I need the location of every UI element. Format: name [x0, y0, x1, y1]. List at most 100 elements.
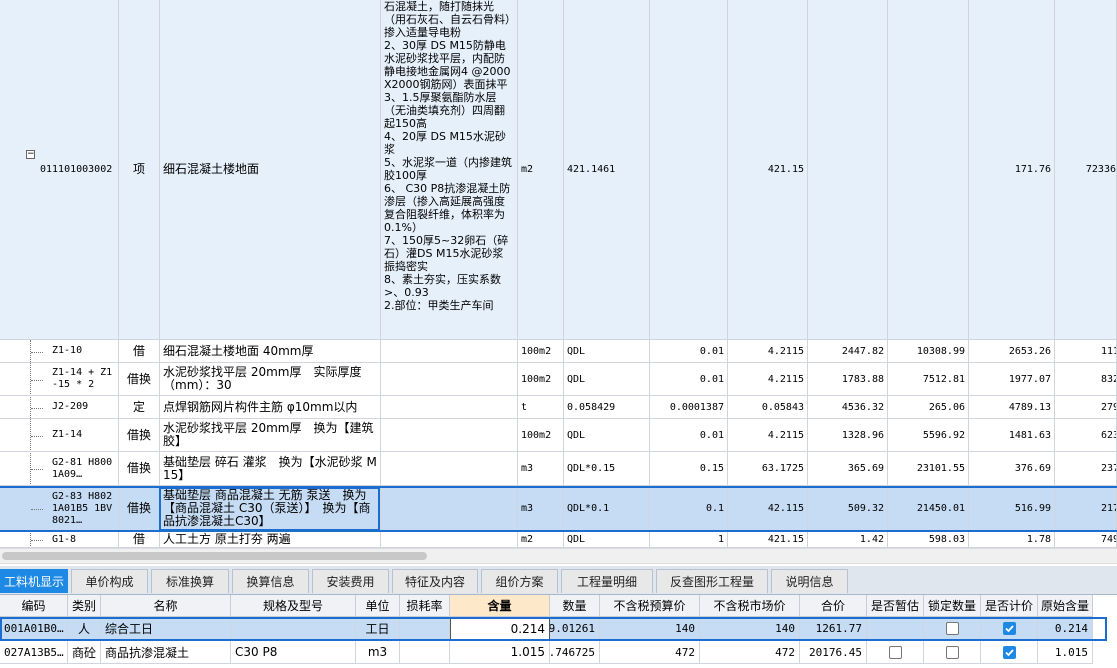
- feature-line: 7、150厚5~32卵石（碎石）灌DS M15水泥砂浆振捣密实: [384, 234, 509, 273]
- res-cell-content[interactable]: 0.214: [450, 617, 550, 640]
- checkbox[interactable]: [1002, 645, 1016, 659]
- res-cell-priced: [981, 617, 1038, 640]
- tab-features[interactable]: 特征及内容: [392, 569, 478, 593]
- row-code[interactable]: G2-81 H8001A09…: [0, 452, 119, 486]
- row-unit: 100m2: [518, 419, 564, 452]
- row-content: 0.0001387: [650, 396, 728, 419]
- row-code[interactable]: G2-83 H8021A01B5 1BV 8021…: [0, 486, 119, 532]
- checkbox[interactable]: [1002, 621, 1016, 635]
- row-name[interactable]: 点焊钢筋网片构件主筋 φ10mm以内: [160, 396, 381, 419]
- col-header-name[interactable]: 名称: [101, 595, 231, 617]
- row-qty[interactable]: 63.1725: [728, 452, 808, 486]
- main-row-total: [888, 0, 969, 340]
- row-code[interactable]: G1-8: [0, 532, 119, 548]
- row-expr[interactable]: QDL*0.15: [564, 452, 650, 486]
- col-header-market-price[interactable]: 不含税市场价: [700, 595, 800, 617]
- col-header-unit[interactable]: 单位: [356, 595, 400, 617]
- col-header-total[interactable]: 合价: [800, 595, 867, 617]
- row-qty[interactable]: 0.05843: [728, 396, 808, 419]
- col-header-provisional[interactable]: 是否暂估: [867, 595, 924, 617]
- col-header-quantity[interactable]: 数量: [550, 595, 600, 617]
- row-price: 365.69: [808, 452, 888, 486]
- row-category: 借换: [119, 419, 160, 452]
- detail-tab-bar: 工料机显示 单价构成 标准换算 换算信息 安装费用 特征及内容 组价方案 工程量…: [0, 566, 1117, 595]
- row-total: 21450.01: [888, 486, 969, 532]
- tab-reverse-lookup[interactable]: 反查图形工程量: [656, 569, 768, 593]
- row-price2: 376.69: [969, 452, 1055, 486]
- col-header-original-content[interactable]: 原始含量: [1038, 595, 1093, 617]
- res-cell-lock-qty: [924, 641, 981, 664]
- tab-install-fee[interactable]: 安装费用: [312, 569, 389, 593]
- main-row-name[interactable]: 细石混凝土楼地面: [160, 0, 381, 340]
- row-name[interactable]: 基础垫层 商品混凝土 无筋 泵送 换为【商品混凝土 C30（泵送）】 换为【商品…: [160, 486, 381, 532]
- collapse-icon[interactable]: −: [26, 150, 35, 159]
- checkbox[interactable]: [945, 621, 959, 635]
- res-cell-original-content: 0.214: [1038, 617, 1093, 640]
- tree-branch: [31, 407, 43, 409]
- tab-conversion-info[interactable]: 换算信息: [232, 569, 309, 593]
- tab-notes[interactable]: 说明信息: [771, 569, 848, 593]
- row-total2: 749: [1055, 532, 1117, 548]
- col-header-content[interactable]: 含量: [450, 595, 550, 617]
- row-total2: 6239: [1055, 419, 1117, 452]
- row-features: [381, 396, 518, 419]
- main-row-code: 011101003002: [40, 164, 113, 175]
- row-total: 5596.92: [888, 419, 969, 452]
- scrollbar-thumb[interactable]: [2, 552, 427, 560]
- row-name[interactable]: 人工土方 原土打夯 两遍: [160, 532, 381, 548]
- feature-line: 2、30厚 DS M15防静电水泥砂浆找平层，内配防静电接地金属网4 @2000…: [384, 39, 511, 91]
- main-row-unit: m2: [518, 0, 564, 340]
- tab-quantity-detail[interactable]: 工程量明细: [561, 569, 653, 593]
- col-header-code[interactable]: 编码: [0, 595, 68, 617]
- row-name[interactable]: 基础垫层 碎石 灌浆 换为【水泥砂浆 M15】: [160, 452, 381, 486]
- col-header-spec[interactable]: 规格及型号: [231, 595, 356, 617]
- row-code[interactable]: Z1-10: [0, 340, 119, 363]
- main-row-features[interactable]: 石混凝土，随打随抹光（用石灰石、自云石骨料）掺入适量导电粉 2、30厚 DS M…: [381, 0, 518, 340]
- row-expr[interactable]: QDL*0.1: [564, 486, 650, 532]
- horizontal-scrollbar[interactable]: [0, 548, 1117, 564]
- row-qty[interactable]: 421.15: [728, 532, 808, 548]
- row-qty[interactable]: 42.115: [728, 486, 808, 532]
- col-header-lock-qty[interactable]: 锁定数量: [924, 595, 981, 617]
- row-price: 2447.82: [808, 340, 888, 363]
- row-code[interactable]: Z1-14: [0, 419, 119, 452]
- col-header-priced[interactable]: 是否计价: [981, 595, 1038, 617]
- res-cell-content[interactable]: 1.015: [450, 641, 550, 664]
- row-total: 7512.81: [888, 363, 969, 396]
- tab-pricing-plan[interactable]: 组价方案: [481, 569, 558, 593]
- tab-standard-conversion[interactable]: 标准换算: [151, 569, 229, 593]
- row-qty[interactable]: 4.2115: [728, 340, 808, 363]
- main-row-total2: 72336: [1055, 0, 1117, 340]
- row-name[interactable]: 水泥砂浆找平层 20mm厚 实际厚度（mm）：30: [160, 363, 381, 396]
- tab-resources[interactable]: 工料机显示: [0, 569, 68, 593]
- row-code[interactable]: J2-209: [0, 396, 119, 419]
- resource-grid: 编码 类别 名称 规格及型号 单位 损耗率 含量 数量 不含税预算价 不含税市场价 合价 是否暂估 锁定…: [0, 595, 1117, 668]
- res-cell-market-price: 472: [700, 641, 800, 664]
- row-expr[interactable]: QDL: [564, 532, 650, 548]
- checkbox[interactable]: [888, 645, 902, 659]
- checkbox[interactable]: [945, 645, 959, 659]
- row-expr[interactable]: QDL: [564, 340, 650, 363]
- row-price: 509.32: [808, 486, 888, 532]
- row-name[interactable]: 细石混凝土楼地面 40mm厚: [160, 340, 381, 363]
- row-features: [381, 419, 518, 452]
- row-expr[interactable]: QDL: [564, 419, 650, 452]
- row-qty[interactable]: 4.2115: [728, 363, 808, 396]
- res-cell-loss-rate: [400, 617, 450, 640]
- res-cell-quantity[interactable]: 9.01261: [550, 617, 600, 640]
- main-row-expr[interactable]: 421.1461: [564, 0, 650, 340]
- main-row-code-cell[interactable]: − 011101003002: [0, 0, 119, 340]
- row-name[interactable]: 水泥砂浆找平层 20mm厚 换为【建筑胶】: [160, 419, 381, 452]
- col-header-loss-rate[interactable]: 损耗率: [400, 595, 450, 617]
- row-unit: m3: [518, 452, 564, 486]
- row-price2: 1481.63: [969, 419, 1055, 452]
- row-code[interactable]: Z1-14 + Z1-15 * 2: [0, 363, 119, 396]
- main-row-qty[interactable]: 421.15: [728, 0, 808, 340]
- row-expr[interactable]: QDL: [564, 363, 650, 396]
- res-cell-quantity[interactable]: 42.746725: [550, 641, 600, 664]
- row-expr[interactable]: 0.058429: [564, 396, 650, 419]
- tab-unit-price[interactable]: 单价构成: [71, 569, 148, 593]
- row-qty[interactable]: 4.2115: [728, 419, 808, 452]
- col-header-budget-price[interactable]: 不含税预算价: [600, 595, 700, 617]
- col-header-category[interactable]: 类别: [68, 595, 101, 617]
